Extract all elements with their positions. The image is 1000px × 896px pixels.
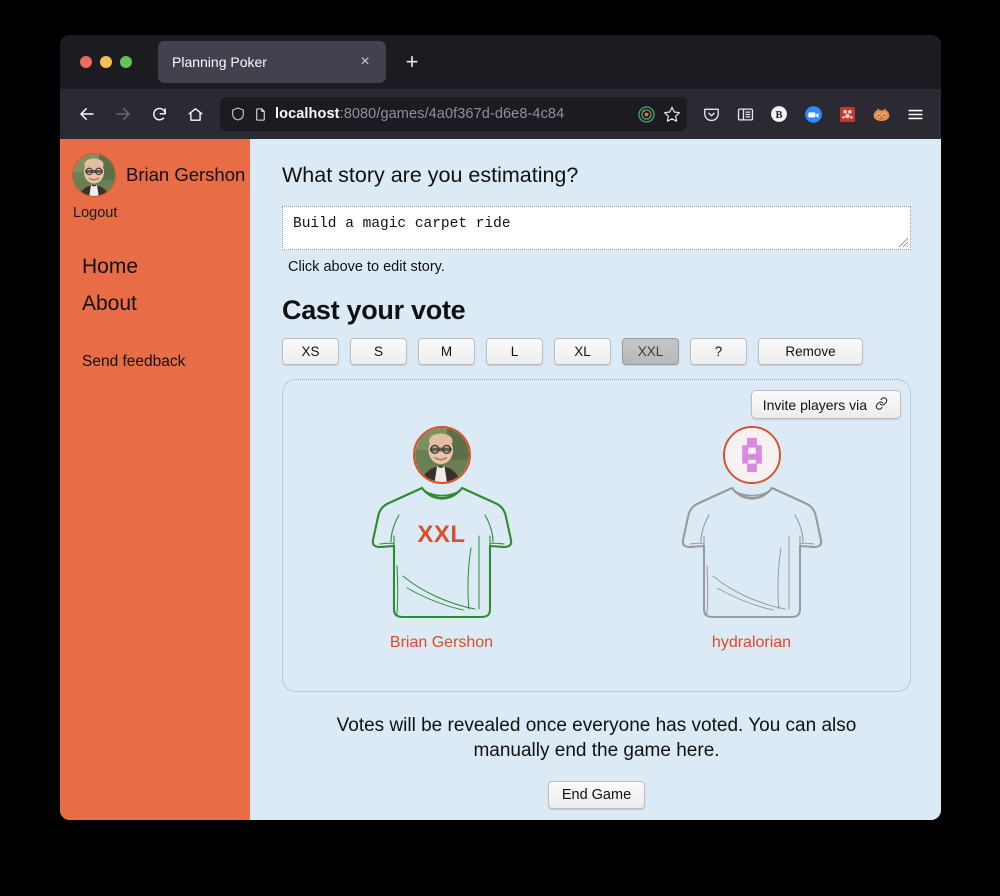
sidebar-item-send-feedback[interactable]: Send feedback bbox=[60, 329, 250, 371]
page-icon bbox=[253, 107, 268, 122]
player-vote-value: XXL bbox=[417, 521, 466, 548]
story-input-wrapper bbox=[282, 206, 911, 250]
vote-button-xl[interactable]: XL bbox=[554, 338, 611, 365]
vote-button-remove[interactable]: Remove bbox=[758, 338, 863, 365]
vote-button-group: XS S M L XL XXL ? Remove bbox=[282, 338, 911, 365]
vote-button-m[interactable]: M bbox=[418, 338, 475, 365]
story-hint-text: Click above to edit story. bbox=[288, 259, 445, 275]
vote-button-l[interactable]: L bbox=[486, 338, 543, 365]
browser-tab-title: Planning Poker bbox=[172, 54, 267, 70]
pocket-icon[interactable] bbox=[695, 98, 727, 130]
home-icon[interactable] bbox=[178, 97, 212, 131]
invite-players-label: Invite players via bbox=[762, 396, 867, 413]
sidebar-user-row: Brian Gershon bbox=[60, 153, 250, 197]
zoom-icon[interactable] bbox=[797, 98, 829, 130]
link-icon bbox=[874, 396, 889, 414]
window-traffic-lights bbox=[68, 56, 142, 68]
firefox-account-icon[interactable] bbox=[865, 98, 897, 130]
vote-button-s[interactable]: S bbox=[350, 338, 407, 365]
player-card: hydralorian bbox=[667, 426, 837, 652]
avatar bbox=[722, 426, 781, 484]
avatar bbox=[72, 153, 116, 197]
vote-button-unsure[interactable]: ? bbox=[690, 338, 747, 365]
browser-nav-bar: localhost:8080/games/4a0f367d-d6e8-4c84 … bbox=[60, 89, 941, 139]
avatar bbox=[412, 426, 471, 484]
story-question-label: What story are you estimating? bbox=[282, 163, 579, 187]
close-icon[interactable]: × bbox=[354, 51, 376, 73]
vote-button-xs[interactable]: XS bbox=[282, 338, 339, 365]
back-arrow-icon[interactable] bbox=[70, 97, 104, 131]
url-bar[interactable]: localhost:8080/games/4a0f367d-d6e8-4c84 bbox=[220, 97, 687, 131]
sidebar-item-about[interactable]: About bbox=[82, 292, 250, 316]
players-panel: Invite players via XXL Brian Gershon hyd… bbox=[282, 379, 911, 692]
sidebar-item-home[interactable]: Home bbox=[82, 255, 250, 279]
app-menu-icon[interactable] bbox=[899, 98, 931, 130]
cast-vote-heading: Cast your vote bbox=[282, 295, 466, 325]
svg-text:B: B bbox=[776, 110, 783, 121]
main-content: What story are you estimating? Click abo… bbox=[250, 139, 941, 820]
page-viewport: Brian Gershon Logout Home About Send fee… bbox=[60, 139, 941, 820]
bookmark-star-icon[interactable] bbox=[663, 105, 681, 123]
shield-icon[interactable] bbox=[230, 106, 246, 122]
window-maximize-button[interactable] bbox=[120, 56, 132, 68]
tracker-protection-icon[interactable] bbox=[637, 105, 656, 124]
reveal-note-text: Votes will be revealed once everyone has… bbox=[336, 715, 857, 761]
logout-link[interactable]: Logout bbox=[60, 197, 250, 221]
window-close-button[interactable] bbox=[80, 56, 92, 68]
sidebar-nav: Home About bbox=[60, 221, 250, 316]
browser-toolbar-icons: B bbox=[695, 98, 931, 130]
browser-window: Planning Poker × + localhost:8080/games/… bbox=[60, 35, 941, 820]
url-text[interactable]: localhost:8080/games/4a0f367d-d6e8-4c84 bbox=[275, 106, 630, 122]
vote-button-xxl[interactable]: XXL bbox=[622, 338, 679, 365]
new-tab-button[interactable]: + bbox=[396, 46, 428, 78]
end-game-wrapper: End Game bbox=[282, 781, 911, 810]
window-minimize-button[interactable] bbox=[100, 56, 112, 68]
tshirt-voted: XXL bbox=[367, 476, 517, 628]
invite-players-button[interactable]: Invite players via bbox=[750, 390, 901, 419]
bitwarden-icon[interactable]: B bbox=[763, 98, 795, 130]
sidebar-username: Brian Gershon bbox=[126, 164, 246, 185]
browser-tab-strip: Planning Poker × + bbox=[60, 35, 941, 89]
players-row: XXL Brian Gershon hydralorian bbox=[283, 380, 910, 652]
player-name: hydralorian bbox=[711, 634, 792, 651]
player-name: Brian Gershon bbox=[389, 634, 494, 651]
end-game-button[interactable]: End Game bbox=[547, 781, 646, 810]
sidebar-icon[interactable] bbox=[729, 98, 761, 130]
reload-icon[interactable] bbox=[142, 97, 176, 131]
tshirt-not-voted bbox=[677, 476, 827, 628]
forward-arrow-icon[interactable] bbox=[106, 97, 140, 131]
app-sidebar: Brian Gershon Logout Home About Send fee… bbox=[60, 139, 250, 820]
player-card: XXL Brian Gershon bbox=[357, 426, 527, 652]
browser-tab[interactable]: Planning Poker × bbox=[158, 41, 386, 83]
extension-red-icon[interactable] bbox=[831, 98, 863, 130]
story-input[interactable] bbox=[282, 206, 911, 250]
